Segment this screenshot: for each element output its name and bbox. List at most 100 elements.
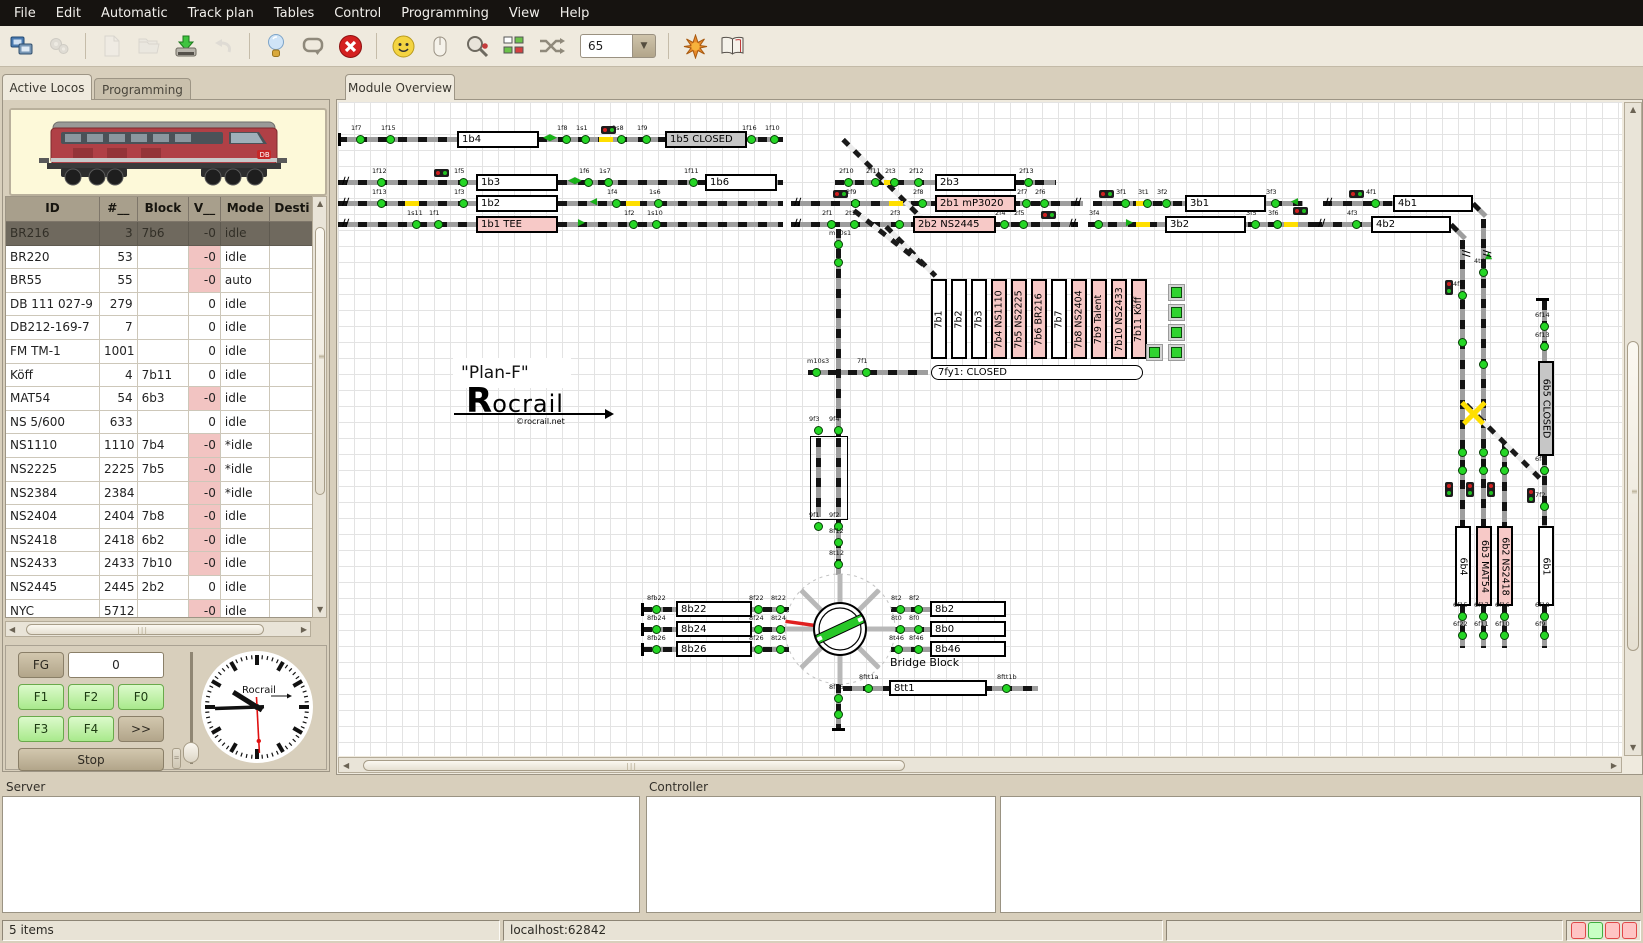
sensor[interactable] (1540, 466, 1549, 475)
sensor[interactable] (1540, 322, 1549, 331)
block-7b3[interactable]: 7b3 (971, 279, 987, 359)
signal[interactable] (1099, 190, 1114, 198)
loco-row[interactable]: BR22053-0idle (6, 246, 314, 270)
scroll-up-icon[interactable]: ▲ (1630, 106, 1636, 114)
sensor[interactable] (1273, 220, 1282, 229)
block-7b6-br216[interactable]: 7b6 BR216 (1031, 279, 1047, 359)
sensor[interactable] (754, 645, 763, 654)
sensor[interactable] (1094, 220, 1103, 229)
sensor[interactable] (834, 258, 843, 267)
scroll-left-icon[interactable]: ◀ (343, 762, 349, 770)
sensor[interactable] (1019, 220, 1028, 229)
sensor[interactable] (356, 135, 365, 144)
sensor[interactable] (1121, 199, 1130, 208)
loco-table-hscrollbar[interactable]: ◀ ||| ▶ (5, 621, 311, 637)
block-8b0[interactable]: 8b0 (930, 621, 1006, 637)
scroll-down-icon[interactable]: ▼ (317, 606, 323, 614)
tab-active-locos[interactable]: Active Locos (2, 74, 92, 100)
sensor[interactable] (918, 199, 927, 208)
menu-item-view[interactable]: View (499, 2, 550, 25)
sensor[interactable] (642, 135, 651, 144)
sensor[interactable] (864, 684, 873, 693)
function-value-field[interactable]: 0 (68, 652, 164, 678)
sensor[interactable] (377, 178, 386, 187)
block-6b1[interactable]: 6b1 (1538, 526, 1554, 606)
output-button[interactable] (1168, 324, 1185, 341)
sensor[interactable] (1500, 631, 1509, 640)
block-8b2[interactable]: 8b2 (930, 601, 1006, 617)
tab-module-overview[interactable]: Module Overview (345, 74, 455, 100)
tab-programming[interactable]: Programming (94, 78, 191, 100)
block-7b4-ns1110[interactable]: 7b4 NS1110 (991, 279, 1007, 359)
loco-row[interactable]: BR5555-0auto (6, 269, 314, 293)
sensor[interactable] (377, 199, 386, 208)
sensor[interactable] (652, 605, 661, 614)
sensor[interactable] (812, 368, 821, 377)
loco-row[interactable]: NS23842384-0*idle (6, 482, 314, 506)
plan-hscrollbar[interactable]: ◀ ||| ▶ (338, 757, 1622, 773)
loco-row[interactable]: NS111011107b4-0*idle (6, 434, 314, 458)
block-7b8-ns2404[interactable]: 7b8 NS2404 (1071, 279, 1087, 359)
function-button-F1[interactable]: F1 (18, 684, 64, 710)
sensor[interactable] (1458, 291, 1467, 300)
loco-row[interactable]: DB212-169-770idle (6, 316, 314, 340)
signal[interactable] (434, 169, 449, 177)
sensor[interactable] (827, 220, 836, 229)
sensor[interactable] (834, 694, 843, 703)
block-8b46[interactable]: 8b46 (930, 641, 1006, 657)
loco-table-vscrollbar[interactable]: ▲ ≡ ▼ (312, 196, 327, 618)
shuffle-icon[interactable] (537, 32, 565, 60)
menu-item-edit[interactable]: Edit (46, 2, 91, 25)
plan-vscroll-thumb[interactable]: ≡ (1627, 341, 1639, 651)
menu-item-control[interactable]: Control (324, 2, 391, 25)
sensor[interactable] (1352, 220, 1361, 229)
sensor[interactable] (1479, 268, 1488, 277)
sensor[interactable] (1479, 631, 1488, 640)
loco-row[interactable]: NS240424047b8-0idle (6, 505, 314, 529)
sensor[interactable] (1271, 199, 1280, 208)
block-7b9-talent[interactable]: 7b9 Talent (1091, 279, 1107, 359)
accessory-icon[interactable] (681, 32, 709, 60)
sensor[interactable] (652, 625, 661, 634)
sensor[interactable] (834, 426, 843, 435)
sensor[interactable] (1002, 684, 1011, 693)
loco-row[interactable]: BR21637b6-0idle (6, 222, 314, 246)
signal[interactable] (1445, 482, 1453, 497)
sensor[interactable] (412, 220, 421, 229)
sensor[interactable] (896, 605, 905, 614)
sensor[interactable] (1540, 342, 1549, 351)
sensor[interactable] (896, 625, 905, 634)
turntable[interactable] (780, 569, 900, 689)
mouse-icon[interactable] (426, 32, 454, 60)
sensor[interactable] (834, 560, 843, 569)
sensor[interactable] (562, 135, 571, 144)
workstation-icon[interactable] (8, 32, 36, 60)
sensor[interactable] (459, 178, 468, 187)
menu-item-file[interactable]: File (4, 2, 46, 25)
scroll-down-icon[interactable]: ▼ (1630, 744, 1636, 752)
sensor[interactable] (689, 178, 698, 187)
sensor[interactable] (871, 178, 880, 187)
block-1b2[interactable]: 1b2 (476, 195, 558, 212)
block-2b3[interactable]: 2b3 (935, 174, 1016, 191)
loco-row[interactable]: NS 5/6006330idle (6, 411, 314, 435)
sensor[interactable] (776, 605, 785, 614)
sensor[interactable] (894, 645, 903, 654)
block-8b22[interactable]: 8b22 (676, 601, 752, 617)
power-lamp-icon[interactable] (262, 32, 290, 60)
signal[interactable] (1349, 190, 1364, 198)
plan-vscrollbar[interactable]: ▲ ≡ ▼ (1624, 102, 1642, 756)
sensor[interactable] (1500, 448, 1509, 457)
sensor[interactable] (1458, 448, 1467, 457)
loco-row[interactable]: Köff47b110idle (6, 364, 314, 388)
sensor[interactable] (862, 368, 871, 377)
output-button[interactable] (1168, 284, 1185, 301)
signal[interactable] (1041, 211, 1056, 219)
save-icon[interactable] (172, 32, 200, 60)
block-1b4[interactable]: 1b4 (457, 131, 539, 148)
sensor[interactable] (386, 135, 395, 144)
block-7b11-k-ff[interactable]: 7b11 Köff (1131, 279, 1147, 359)
block-7b10-ns2433[interactable]: 7b10 NS2433 (1111, 279, 1127, 359)
function-button-F3[interactable]: F3 (18, 716, 64, 742)
block-7b7[interactable]: 7b7 (1051, 279, 1067, 359)
